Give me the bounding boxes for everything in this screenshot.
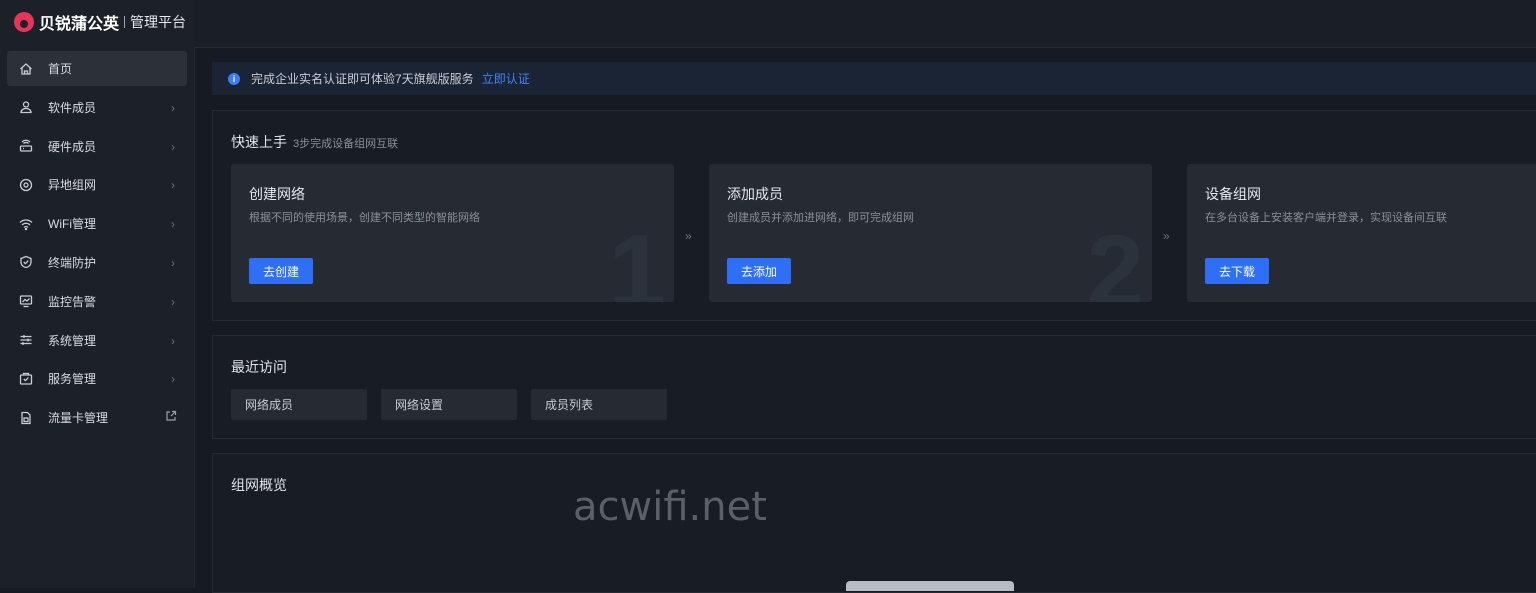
- chevron-right-icon: ›: [171, 139, 175, 154]
- chevron-right-icon: ›: [171, 294, 175, 309]
- sidebar-item-data-card[interactable]: 流量卡管理: [7, 400, 187, 435]
- chevron-right-icon: ›: [171, 333, 175, 348]
- user-icon: [19, 100, 33, 114]
- sidebar-item-service-management[interactable]: 服务管理 ›: [7, 361, 187, 396]
- sidebar-item-monitor-alerts[interactable]: 监控告警 ›: [7, 284, 187, 319]
- chevron-right-icon: ›: [171, 100, 175, 115]
- recent-visits-title: 最近访问: [231, 359, 287, 375]
- verification-notice: i 完成企业实名认证即可体验7天旗舰版服务 立即认证: [212, 62, 1536, 95]
- network-overview-title: 组网概览: [231, 477, 287, 493]
- network-overview-panel: 组网概览: [212, 453, 1536, 593]
- step-arrow-icon: »: [685, 229, 692, 243]
- shield-icon: [19, 255, 33, 269]
- sidebar-item-remote-network[interactable]: 异地组网 ›: [7, 167, 187, 202]
- recent-item-network-settings[interactable]: 网络设置: [381, 389, 517, 420]
- sidebar-item-label: WiFi管理: [48, 217, 96, 232]
- monitor-icon: [19, 294, 33, 308]
- download-button[interactable]: 去下载: [1205, 258, 1269, 284]
- quickstart-panel: 快速上手 3步完成设备组网互联 1 创建网络 根据不同的使用场景，创建不同类型的智…: [212, 110, 1536, 321]
- card-title: 创建网络: [249, 186, 305, 202]
- sidebar-item-label: 系统管理: [48, 333, 97, 348]
- create-network-button[interactable]: 去创建: [249, 258, 313, 284]
- brand-divider: [124, 16, 126, 28]
- chevron-right-icon: ›: [171, 255, 175, 270]
- chevron-right-icon: ›: [171, 217, 175, 232]
- router-icon: [19, 139, 33, 153]
- network-icon: [19, 178, 33, 192]
- sidebar-item-system-settings[interactable]: 系统管理 ›: [7, 323, 187, 358]
- sidebar-item-label: 终端防护: [48, 255, 97, 270]
- sidebar: 贝锐蒲公英 管理平台 首页 软件成员 › 硬件成员 › 异地组网 › WiFi管…: [0, 0, 195, 588]
- brand-subtitle: 管理平台: [130, 14, 187, 30]
- watermark: acwifi.net: [573, 484, 767, 530]
- quickstart-title: 快速上手 3步完成设备组网互联: [231, 132, 398, 152]
- quickstart-subtitle: 3步完成设备组网互联: [293, 138, 399, 150]
- sidebar-item-hardware-members[interactable]: 硬件成员 ›: [7, 129, 187, 164]
- quickstart-card-create-network: 1 创建网络 根据不同的使用场景，创建不同类型的智能网络 去创建: [231, 164, 674, 302]
- bottom-handle[interactable]: [846, 581, 1014, 591]
- sidebar-item-software-members[interactable]: 软件成员 ›: [7, 90, 187, 125]
- card-description: 创建成员并添加进网络，即可完成组网: [727, 212, 914, 224]
- logo[interactable]: 贝锐蒲公英 管理平台: [14, 10, 186, 34]
- sidebar-item-label: 异地组网: [48, 178, 97, 193]
- step-number: 1: [608, 214, 666, 302]
- home-icon: [19, 62, 33, 76]
- step-arrow-icon: »: [1163, 229, 1170, 243]
- wifi-icon: [19, 217, 33, 231]
- recent-visits-panel: 最近访问 网络成员 网络设置 成员列表: [212, 335, 1536, 439]
- quickstart-heading: 快速上手: [231, 134, 287, 150]
- card-description: 根据不同的使用场景，创建不同类型的智能网络: [249, 212, 480, 224]
- service-icon: [19, 372, 33, 386]
- card-title: 添加成员: [727, 186, 783, 202]
- quickstart-card-device-network: 设备组网 在多台设备上安装客户端并登录，实现设备间互联 去下载: [1187, 164, 1536, 302]
- brand-logo-icon: [14, 12, 34, 32]
- recent-item-member-list[interactable]: 成员列表: [531, 389, 667, 420]
- top-bar: [194, 0, 1536, 48]
- add-member-button[interactable]: 去添加: [727, 258, 791, 284]
- brand-name: 贝锐蒲公英: [39, 16, 120, 33]
- step-number: 2: [1086, 214, 1144, 302]
- chevron-right-icon: ›: [171, 372, 175, 387]
- chevron-right-icon: ›: [171, 178, 175, 193]
- sidebar-item-label: 流量卡管理: [48, 411, 109, 426]
- sliders-icon: [19, 333, 33, 347]
- sidebar-item-wifi[interactable]: WiFi管理 ›: [7, 206, 187, 241]
- card-title: 设备组网: [1205, 186, 1261, 202]
- sidebar-nav: 首页 软件成员 › 硬件成员 › 异地组网 › WiFi管理 › 终端防护 › …: [7, 51, 187, 439]
- sidebar-item-label: 监控告警: [48, 294, 97, 309]
- sidebar-item-label: 首页: [48, 62, 73, 76]
- sidebar-item-label: 软件成员: [48, 100, 97, 115]
- sim-card-icon: [19, 411, 33, 425]
- info-icon: i: [228, 72, 240, 85]
- sidebar-item-home[interactable]: 首页: [7, 51, 187, 86]
- card-description: 在多台设备上安装客户端并登录，实现设备间互联: [1205, 212, 1447, 224]
- quickstart-card-add-member: 2 添加成员 创建成员并添加进网络，即可完成组网 去添加: [709, 164, 1152, 302]
- sidebar-item-endpoint-protection[interactable]: 终端防护 ›: [7, 245, 187, 280]
- external-link-icon: [165, 410, 177, 422]
- sidebar-item-label: 硬件成员: [48, 139, 97, 154]
- recent-item-network-members[interactable]: 网络成员: [231, 389, 367, 420]
- sidebar-item-label: 服务管理: [48, 372, 97, 387]
- verify-now-link[interactable]: 立即认证: [482, 70, 530, 87]
- notice-text: 完成企业实名认证即可体验7天旗舰版服务: [251, 72, 474, 86]
